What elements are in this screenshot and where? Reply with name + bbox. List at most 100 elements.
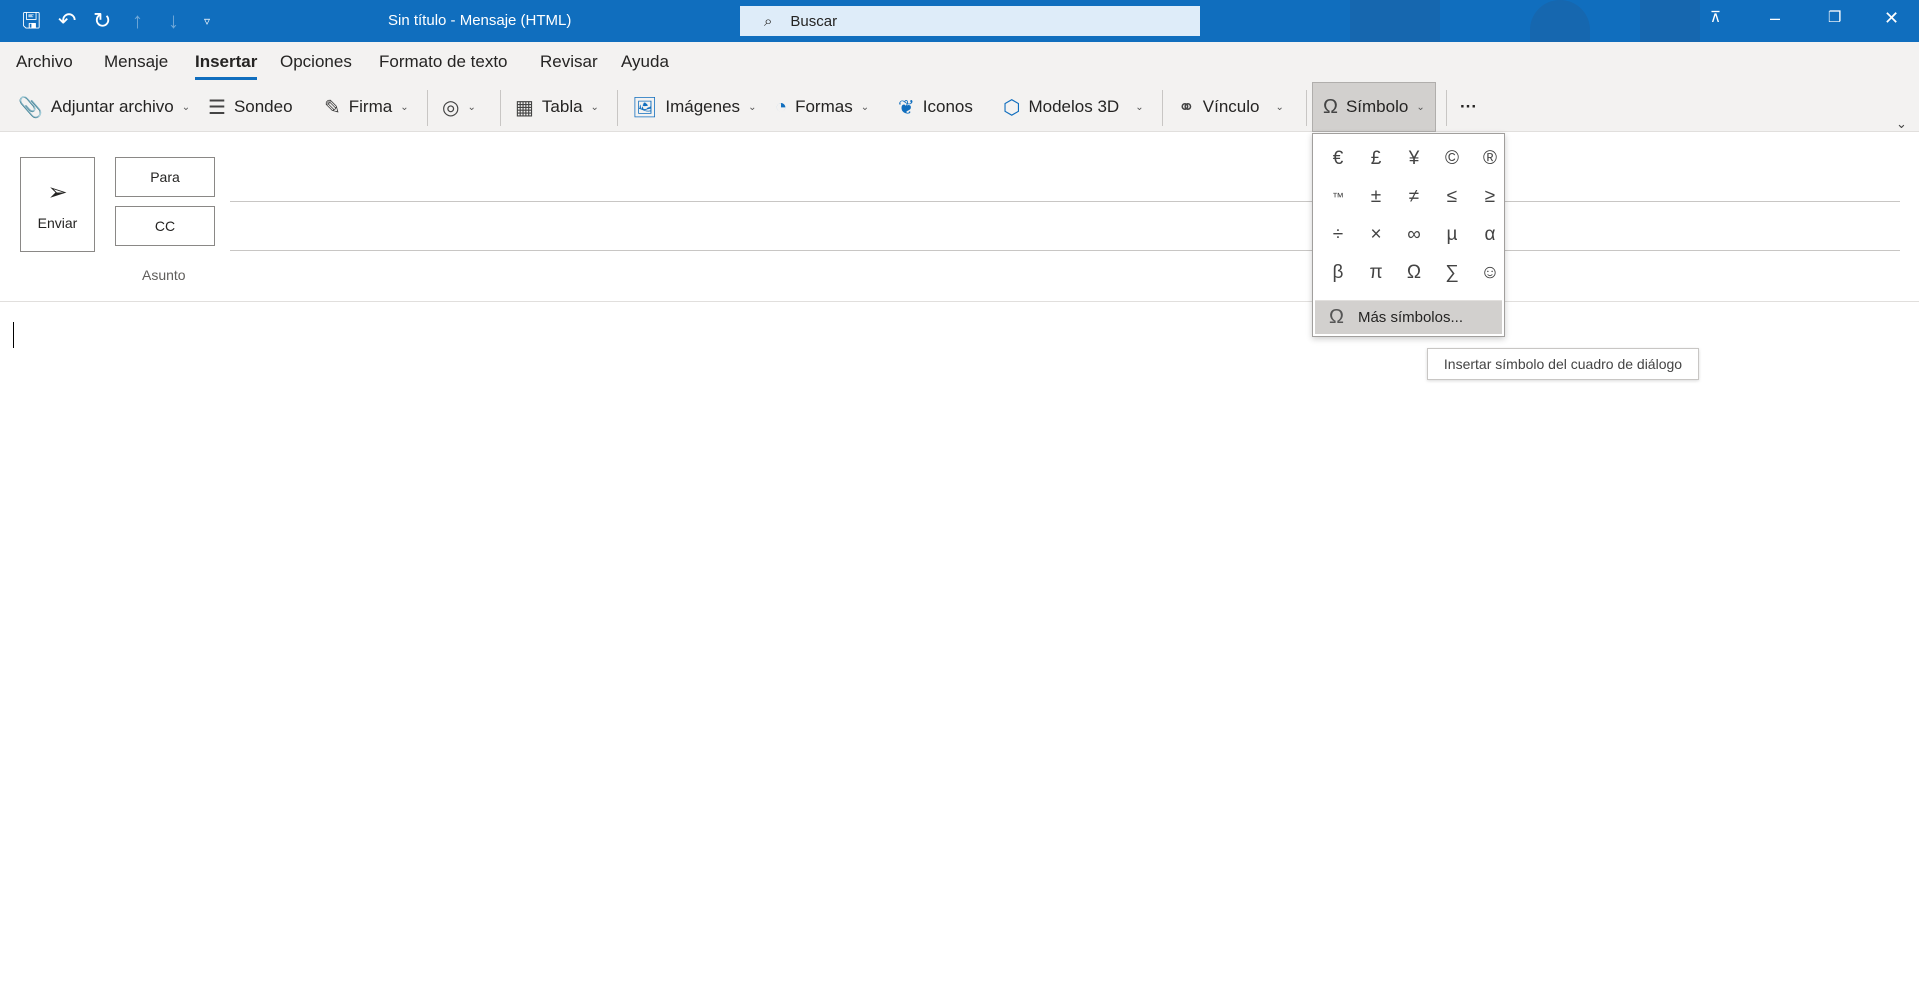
3d-models-label: Modelos 3D xyxy=(1028,97,1120,116)
tab-archivo[interactable]: Archivo xyxy=(16,52,73,72)
shapes-button[interactable]: ◔ Formas ⌄ xyxy=(775,82,869,132)
tooltip: Insertar símbolo del cuadro de diálogo xyxy=(1427,348,1699,380)
chevron-down-icon: ⌄ xyxy=(1135,101,1144,113)
title-bar: 🖫 ↶ ↻ ↑ ↓ ▿ Sin título - Mensaje (HTML) … xyxy=(0,0,1919,42)
link-icon: ⚭ xyxy=(1178,96,1195,119)
poll-icon: ☰ xyxy=(208,96,226,119)
tab-revisar[interactable]: Revisar xyxy=(540,52,598,72)
link-button[interactable]: ⚭ Vínculo ⌄ xyxy=(1178,82,1284,132)
table-label: Tabla xyxy=(541,97,583,116)
tab-insertar[interactable]: Insertar xyxy=(195,52,258,80)
symbol-item[interactable]: £ xyxy=(1357,140,1395,178)
restore-icon[interactable]: ❐ xyxy=(1828,8,1841,26)
customize-quick-access-icon[interactable]: ▿ xyxy=(204,8,210,34)
poll-button[interactable]: ☰ Sondeo xyxy=(208,82,293,132)
omega-icon: Ω xyxy=(1323,95,1338,118)
redo-icon[interactable]: ↻ xyxy=(93,8,111,34)
symbol-item[interactable]: π xyxy=(1357,254,1395,292)
loop-button[interactable]: ◎ ⌄ xyxy=(442,82,476,132)
link-label: Vínculo xyxy=(1202,97,1260,116)
collapse-ribbon-icon[interactable]: ⌄ xyxy=(1896,116,1907,132)
more-symbols-item[interactable]: Ω Más símbolos... xyxy=(1315,300,1502,334)
chevron-down-icon: ⌄ xyxy=(400,101,409,113)
symbol-button[interactable]: Ω Símbolo ⌄ xyxy=(1312,82,1436,132)
search-placeholder: Buscar xyxy=(790,12,838,30)
search-box[interactable]: ⌕ Buscar xyxy=(740,6,1200,36)
chevron-down-icon: ⌄ xyxy=(1416,101,1425,113)
icons-button[interactable]: ❦ Iconos xyxy=(898,82,973,132)
chevron-down-icon: ⌄ xyxy=(467,101,476,113)
save-icon[interactable]: 🖫 xyxy=(22,8,41,34)
symbol-item[interactable]: © xyxy=(1433,140,1471,178)
more-commands-button[interactable]: ··· xyxy=(1460,82,1477,132)
to-button[interactable]: Para xyxy=(115,157,215,197)
icons-icon: ❦ xyxy=(898,96,915,119)
table-button[interactable]: ▦ Tabla ⌄ xyxy=(515,82,599,132)
ribbon-display-icon[interactable]: ⊼ xyxy=(1710,8,1721,26)
images-label: Imágenes xyxy=(665,97,741,116)
symbol-item[interactable]: € xyxy=(1319,140,1357,178)
send-icon: ➢ xyxy=(47,179,68,206)
symbol-item[interactable]: Ω xyxy=(1395,254,1433,292)
chevron-down-icon: ⌄ xyxy=(860,101,870,113)
symbol-item[interactable]: ∞ xyxy=(1395,216,1433,254)
table-icon: ▦ xyxy=(515,96,534,119)
image-icon: 🖼 xyxy=(632,96,658,119)
cube-icon: ⬡ xyxy=(1003,96,1021,119)
icons-label: Iconos xyxy=(922,97,973,116)
symbol-item[interactable]: ∑ xyxy=(1433,254,1471,292)
symbol-item[interactable]: × xyxy=(1357,216,1395,254)
shapes-icon: ◔ xyxy=(775,95,788,118)
images-button[interactable]: 🖼 Imágenes ⌄ xyxy=(632,82,756,132)
tab-ayuda[interactable]: Ayuda xyxy=(621,52,669,72)
send-button[interactable]: ➢ Enviar xyxy=(20,157,95,252)
ribbon-tabs: Archivo Mensaje Insertar Opciones Format… xyxy=(0,42,1919,82)
down-arrow-icon[interactable]: ↓ xyxy=(168,8,179,34)
symbol-item[interactable]: ≠ xyxy=(1395,178,1433,216)
symbol-item[interactable]: ☺ xyxy=(1471,254,1509,292)
symbol-item[interactable]: ± xyxy=(1357,178,1395,216)
symbol-item[interactable]: ≥ xyxy=(1471,178,1509,216)
symbol-item[interactable]: ® xyxy=(1471,140,1509,178)
subject-label: Asunto xyxy=(142,267,186,283)
tab-opciones[interactable]: Opciones xyxy=(280,52,352,72)
symbol-dropdown: € £ ¥ © ® ™ ± ≠ ≤ ≥ ÷ × ∞ µ α β π Ω ∑ ☺ Ω Más símbolos... xyxy=(1312,133,1505,337)
symbol-label: Símbolo xyxy=(1345,97,1409,116)
signature-button[interactable]: ✎ Firma ⌄ xyxy=(324,82,409,132)
to-field[interactable] xyxy=(230,201,1900,202)
symbol-item[interactable]: µ xyxy=(1433,216,1471,254)
attach-label: Adjuntar archivo xyxy=(50,97,174,116)
3d-models-button[interactable]: ⬡ Modelos 3D ⌄ xyxy=(1003,82,1144,132)
symbol-item[interactable]: β xyxy=(1319,254,1357,292)
undo-icon[interactable]: ↶ xyxy=(58,8,76,34)
tab-formato-de-texto[interactable]: Formato de texto xyxy=(379,52,508,72)
message-body[interactable] xyxy=(0,302,1919,1005)
attach-file-button[interactable]: 📎 Adjuntar archivo ⌄ xyxy=(18,82,190,132)
close-icon[interactable]: ✕ xyxy=(1884,8,1899,29)
signature-icon: ✎ xyxy=(324,96,341,119)
more-symbols-label: Más símbolos... xyxy=(1357,309,1463,326)
chevron-down-icon: ⌄ xyxy=(181,101,191,113)
cc-button[interactable]: CC xyxy=(115,206,215,246)
symbol-item[interactable]: ≤ xyxy=(1433,178,1471,216)
symbol-item[interactable]: ¥ xyxy=(1395,140,1433,178)
tab-mensaje[interactable]: Mensaje xyxy=(104,52,168,72)
signature-label: Firma xyxy=(348,97,393,116)
search-icon: ⌕ xyxy=(764,12,773,30)
chevron-down-icon: ⌄ xyxy=(1275,101,1284,113)
symbol-item[interactable]: ™ xyxy=(1319,178,1357,216)
omega-icon: Ω xyxy=(1329,306,1344,328)
ribbon: 📎 Adjuntar archivo ⌄ ☰ Sondeo ✎ Firma ⌄ ◎ ⌄ ▦ T… xyxy=(0,82,1919,132)
paperclip-icon: 📎 xyxy=(18,96,43,119)
chevron-down-icon: ⌄ xyxy=(590,101,599,113)
symbol-grid: € £ ¥ © ® ™ ± ≠ ≤ ≥ ÷ × ∞ µ α β π Ω ∑ ☺ xyxy=(1319,140,1509,292)
minimize-icon[interactable]: – xyxy=(1770,8,1780,29)
symbol-item[interactable]: ÷ xyxy=(1319,216,1357,254)
cc-field[interactable] xyxy=(230,250,1900,251)
send-label: Enviar xyxy=(37,215,78,231)
shapes-label: Formas xyxy=(795,97,853,116)
up-arrow-icon[interactable]: ↑ xyxy=(132,8,143,34)
symbol-item[interactable]: α xyxy=(1471,216,1509,254)
poll-label: Sondeo xyxy=(233,97,293,116)
window-title: Sin título - Mensaje (HTML) xyxy=(388,12,572,29)
